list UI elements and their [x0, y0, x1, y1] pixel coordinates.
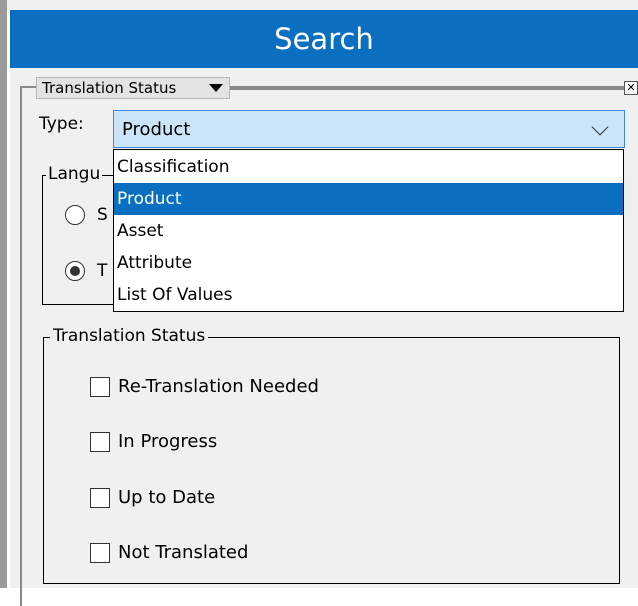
dropdown-option-asset[interactable]: Asset	[114, 215, 623, 247]
language-group-title: Langu	[46, 164, 103, 184]
checkbox-retranslation-needed-label: Re-Translation Needed	[118, 376, 319, 397]
filter-group-title-button[interactable]: Translation Status	[36, 77, 230, 99]
checkbox-up-to-date-label: Up to Date	[118, 487, 216, 508]
type-label: Type:	[39, 114, 84, 134]
language-radio-target-label: T	[97, 261, 108, 281]
checkbox-not-translated[interactable]	[90, 543, 110, 563]
chevron-down-icon[interactable]	[591, 118, 609, 136]
dropdown-option-attribute[interactable]: Attribute	[114, 247, 623, 279]
window-left-border	[0, 0, 7, 588]
checkbox-in-progress[interactable]	[90, 432, 110, 452]
type-dropdown-list[interactable]: Classification Product Asset Attribute L…	[113, 149, 624, 312]
window-title: Search	[274, 22, 374, 56]
dropdown-option-product[interactable]: Product	[114, 183, 623, 215]
close-icon[interactable]: ✕	[624, 81, 638, 95]
checkbox-not-translated-label: Not Translated	[118, 542, 249, 563]
window-title-bar: Search	[10, 10, 638, 68]
language-radio-target[interactable]	[65, 261, 85, 281]
radio-selected-dot	[70, 266, 80, 276]
type-select[interactable]: Product	[113, 110, 625, 148]
language-radio-source[interactable]	[65, 205, 85, 225]
filter-group-title: Translation Status	[42, 79, 177, 97]
window-top-strip	[7, 0, 638, 10]
checkbox-in-progress-label: In Progress	[118, 431, 218, 452]
checkbox-retranslation-needed[interactable]	[90, 377, 110, 397]
caret-down-icon[interactable]	[209, 84, 223, 92]
dropdown-option-classification[interactable]: Classification	[114, 151, 623, 183]
language-radio-source-label: S	[97, 205, 108, 225]
translation-status-title: Translation Status	[50, 326, 209, 346]
dropdown-option-list-of-values[interactable]: List Of Values	[114, 279, 623, 311]
checkbox-up-to-date[interactable]	[90, 488, 110, 508]
type-select-value: Product	[122, 118, 191, 140]
filter-group-top-line	[228, 88, 630, 90]
